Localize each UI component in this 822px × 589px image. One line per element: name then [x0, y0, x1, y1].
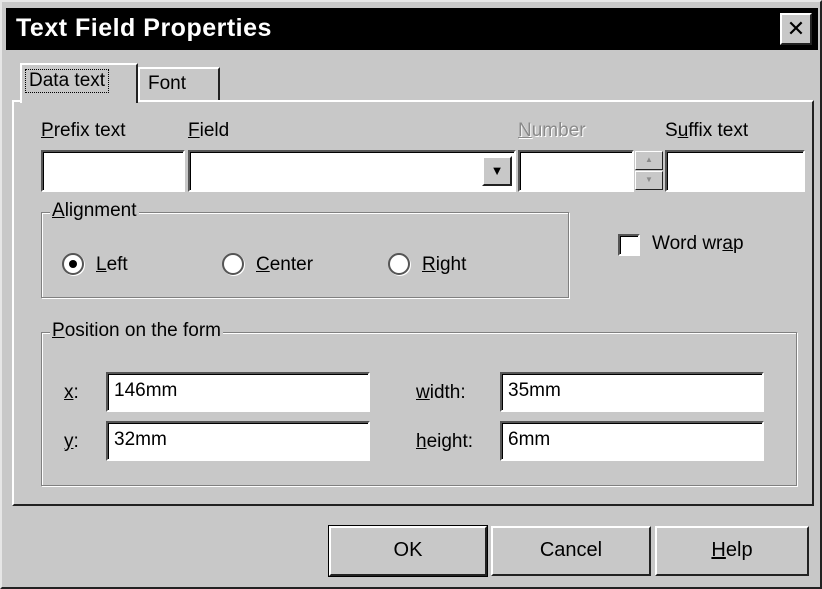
tab-data-text[interactable]: Data text	[20, 63, 138, 103]
dropdown-arrow-icon[interactable]: ▼	[482, 156, 512, 186]
ok-button[interactable]: OK	[328, 525, 488, 577]
x-label: x:	[64, 382, 79, 403]
suffix-text-label: Suffix text	[665, 120, 749, 141]
number-label: Number	[518, 120, 586, 141]
tab-font-label: Font	[148, 73, 187, 94]
help-button[interactable]: Help	[655, 526, 809, 576]
alignment-group-title: Alignment	[50, 200, 139, 222]
width-input[interactable]: 35mm	[500, 372, 764, 412]
y-input[interactable]: 32mm	[106, 421, 370, 461]
align-left-radio[interactable]	[62, 253, 84, 275]
tab-font[interactable]: Font	[138, 67, 220, 101]
text-field-properties-dialog: Text Field Properties ✕ Data text Font P…	[0, 0, 822, 589]
align-center-label[interactable]: Center	[256, 254, 313, 276]
field-select[interactable]: ▼	[188, 150, 516, 192]
position-group-title: Position on the form	[50, 320, 223, 342]
close-icon[interactable]: ✕	[780, 13, 812, 45]
field-label: Field	[188, 120, 230, 141]
number-input[interactable]	[518, 150, 634, 192]
dialog-title: Text Field Properties	[16, 14, 272, 42]
data-text-panel: Prefix text Field Number Suffix text ▼ ▲…	[12, 100, 814, 506]
align-center-radio[interactable]	[222, 253, 244, 275]
width-label: width:	[416, 382, 466, 403]
word-wrap-label[interactable]: Word wrap	[652, 233, 744, 255]
align-left-label[interactable]: Left	[96, 254, 128, 276]
number-spin-down-icon[interactable]: ▼	[635, 171, 663, 190]
tab-data-text-label: Data text	[25, 69, 110, 93]
suffix-text-input[interactable]	[665, 150, 805, 192]
x-input[interactable]: 146mm	[106, 372, 370, 412]
radio-selected-dot	[69, 260, 77, 268]
title-bar[interactable]: Text Field Properties ✕	[6, 8, 818, 50]
y-label: y:	[64, 431, 79, 452]
height-input[interactable]: 6mm	[500, 421, 764, 461]
alignment-group: Alignment Left Center Right	[41, 200, 569, 298]
word-wrap-checkbox[interactable]	[618, 234, 640, 256]
prefix-text-label: Prefix text	[41, 120, 126, 141]
height-label: height:	[416, 431, 474, 452]
align-right-radio[interactable]	[388, 253, 410, 275]
cancel-button[interactable]: Cancel	[491, 526, 651, 576]
position-group: Position on the form x: 146mm y: 32mm wi…	[41, 320, 797, 486]
number-spin-up-icon[interactable]: ▲	[635, 151, 663, 170]
prefix-text-input[interactable]	[41, 150, 185, 192]
align-right-label[interactable]: Right	[422, 254, 466, 276]
